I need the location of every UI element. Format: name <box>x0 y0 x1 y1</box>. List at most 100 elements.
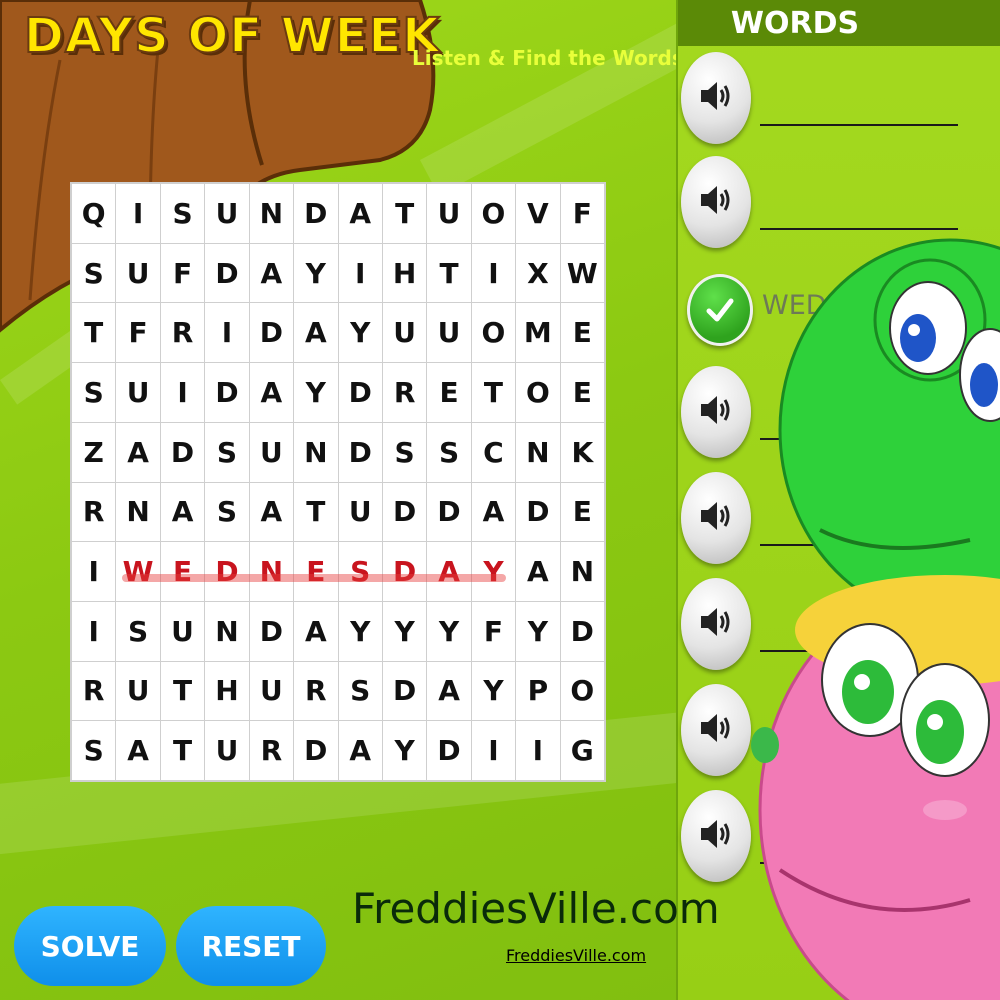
grid-cell[interactable]: D <box>427 482 471 542</box>
grid-cell[interactable]: O <box>471 184 516 243</box>
grid-cell[interactable]: Y <box>338 601 382 661</box>
grid-cell[interactable]: A <box>294 601 338 661</box>
grid-cell[interactable]: Y <box>338 303 382 363</box>
grid-cell[interactable]: S <box>72 721 116 780</box>
grid-cell[interactable]: V <box>516 184 560 243</box>
grid-cell[interactable]: U <box>205 721 249 780</box>
grid-cell[interactable]: R <box>160 303 205 363</box>
grid-cell[interactable]: A <box>338 184 382 243</box>
grid-cell[interactable]: A <box>338 721 382 780</box>
grid-cell[interactable]: O <box>471 303 516 363</box>
grid-cell[interactable]: N <box>249 184 294 243</box>
grid-cell[interactable]: A <box>294 303 338 363</box>
grid-cell[interactable]: H <box>382 243 427 303</box>
grid-cell[interactable]: E <box>560 482 604 542</box>
grid-cell[interactable]: N <box>205 601 249 661</box>
grid-cell[interactable]: Y <box>382 721 427 780</box>
grid-cell[interactable]: Y <box>382 601 427 661</box>
grid-cell[interactable]: D <box>427 721 471 780</box>
grid-cell[interactable]: D <box>205 363 249 422</box>
grid-cell[interactable]: D <box>382 661 427 721</box>
grid-cell[interactable]: A <box>516 542 560 601</box>
grid-cell[interactable]: U <box>116 243 160 303</box>
grid-cell[interactable]: D <box>294 721 338 780</box>
grid-cell[interactable]: Y <box>471 542 516 601</box>
grid-cell[interactable]: E <box>294 542 338 601</box>
grid-cell[interactable]: I <box>516 721 560 780</box>
grid-cell[interactable]: N <box>116 482 160 542</box>
grid-cell[interactable]: I <box>72 601 116 661</box>
play-word-audio-button[interactable] <box>681 684 751 776</box>
grid-cell[interactable]: U <box>116 661 160 721</box>
grid-cell[interactable]: C <box>471 422 516 482</box>
grid-cell[interactable]: S <box>160 184 205 243</box>
grid-cell[interactable]: W <box>116 542 160 601</box>
grid-cell[interactable]: S <box>72 363 116 422</box>
grid-cell[interactable]: F <box>116 303 160 363</box>
grid-cell[interactable]: I <box>338 243 382 303</box>
play-word-audio-button[interactable] <box>681 790 751 882</box>
grid-cell[interactable]: D <box>205 542 249 601</box>
grid-cell[interactable]: U <box>116 363 160 422</box>
grid-cell[interactable]: Y <box>427 601 471 661</box>
grid-cell[interactable]: I <box>72 542 116 601</box>
grid-cell[interactable]: D <box>205 243 249 303</box>
grid-cell[interactable]: A <box>249 243 294 303</box>
grid-cell[interactable]: T <box>294 482 338 542</box>
grid-cell[interactable]: R <box>72 661 116 721</box>
play-word-audio-button[interactable] <box>681 472 751 564</box>
grid-cell[interactable]: U <box>338 482 382 542</box>
grid-cell[interactable]: T <box>160 721 205 780</box>
grid-cell[interactable]: N <box>516 422 560 482</box>
grid-cell[interactable]: A <box>116 721 160 780</box>
grid-cell[interactable]: I <box>160 363 205 422</box>
grid-cell[interactable]: A <box>249 363 294 422</box>
grid-cell[interactable]: U <box>249 661 294 721</box>
grid-cell[interactable]: S <box>427 422 471 482</box>
word-search-grid[interactable]: QISUNDATUOVFSUFDAYIHTIXWTFRIDAYUUOMESUID… <box>70 182 606 782</box>
grid-cell[interactable]: R <box>249 721 294 780</box>
grid-cell[interactable]: Q <box>72 184 116 243</box>
grid-cell[interactable]: D <box>382 482 427 542</box>
grid-cell[interactable]: U <box>205 184 249 243</box>
play-word-audio-button[interactable] <box>681 156 751 248</box>
grid-cell[interactable]: F <box>471 601 516 661</box>
grid-cell[interactable]: F <box>560 184 604 243</box>
grid-cell[interactable]: S <box>116 601 160 661</box>
grid-cell[interactable]: D <box>382 542 427 601</box>
grid-cell[interactable]: F <box>160 243 205 303</box>
grid-cell[interactable]: R <box>382 363 427 422</box>
grid-cell[interactable]: Y <box>294 243 338 303</box>
grid-cell[interactable]: A <box>116 422 160 482</box>
grid-cell[interactable]: G <box>560 721 604 780</box>
grid-cell[interactable]: N <box>560 542 604 601</box>
grid-cell[interactable]: A <box>427 661 471 721</box>
grid-cell[interactable]: D <box>516 482 560 542</box>
grid-cell[interactable]: A <box>249 482 294 542</box>
grid-cell[interactable]: I <box>471 243 516 303</box>
grid-cell[interactable]: O <box>560 661 604 721</box>
grid-cell[interactable]: K <box>560 422 604 482</box>
grid-cell[interactable]: I <box>471 721 516 780</box>
grid-cell[interactable]: E <box>160 542 205 601</box>
grid-cell[interactable]: T <box>427 243 471 303</box>
grid-cell[interactable]: D <box>338 363 382 422</box>
play-word-audio-button[interactable] <box>681 52 751 144</box>
grid-cell[interactable]: R <box>294 661 338 721</box>
grid-cell[interactable]: Z <box>72 422 116 482</box>
grid-cell[interactable]: N <box>294 422 338 482</box>
grid-cell[interactable]: U <box>427 184 471 243</box>
grid-cell[interactable]: T <box>72 303 116 363</box>
grid-cell[interactable]: I <box>205 303 249 363</box>
grid-cell[interactable]: S <box>205 422 249 482</box>
grid-cell[interactable]: Y <box>471 661 516 721</box>
grid-cell[interactable]: S <box>382 422 427 482</box>
grid-cell[interactable]: S <box>205 482 249 542</box>
brand-link[interactable]: FreddiesVille.com <box>506 946 646 965</box>
solve-button[interactable]: SOLVE <box>14 906 166 986</box>
grid-cell[interactable]: A <box>471 482 516 542</box>
grid-cell[interactable]: T <box>160 661 205 721</box>
grid-cell[interactable]: E <box>427 363 471 422</box>
grid-cell[interactable]: U <box>427 303 471 363</box>
grid-cell[interactable]: S <box>338 661 382 721</box>
